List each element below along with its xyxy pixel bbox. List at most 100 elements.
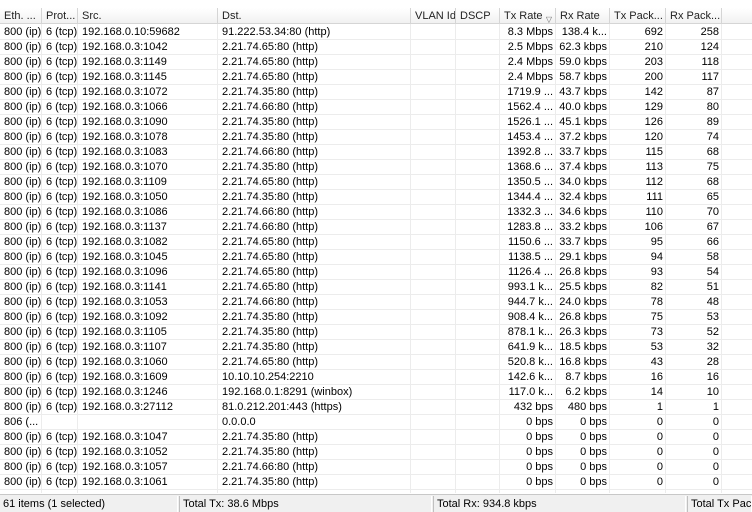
- cell-eth: 800 (ip): [4, 71, 42, 83]
- table-row[interactable]: 800 (ip) 6 (tcp) 192.168.0.3:1109 2.21.74.6…: [0, 175, 752, 190]
- column-dscp[interactable]: DSCP: [456, 8, 500, 24]
- table-row[interactable]: 800 (ip) 6 (tcp) 192.168.0.3:1246 192.168.0…: [0, 385, 752, 400]
- cell-tx-packets: 126: [644, 116, 663, 128]
- cell-src: 192.168.0.3:27112: [82, 401, 173, 413]
- table-row[interactable]: 800 (ip) 6 (tcp) 192.168.0.3:1141 2.21.74.6…: [0, 280, 752, 295]
- cell-eth: 800 (ip): [4, 296, 42, 308]
- cell-protocol: 6 (tcp): [46, 71, 78, 83]
- table-row[interactable]: 800 (ip) 6 (tcp) 192.168.0.3:1149 2.21.74.6…: [0, 55, 752, 70]
- table-row[interactable]: 800 (ip) 6 (tcp) 192.168.0.3:1092 2.21.74.3…: [0, 310, 752, 325]
- table-row[interactable]: 800 (ip) 6 (tcp) 192.168.0.3:1072 2.21.74.3…: [0, 85, 752, 100]
- table-row[interactable]: 800 (ip) 6 (tcp) 192.168.0.3:1066 2.21.74.6…: [0, 100, 752, 115]
- cell-tx-packets: 111: [646, 191, 663, 203]
- cell-rx-packets: 16: [706, 371, 719, 383]
- table-row[interactable]: 806 (... 0.0.0.0 0 bps 0 bps 0 0: [0, 415, 752, 430]
- status-total-tx-packets: Total Tx Pack: [687, 496, 752, 512]
- cell-protocol: 6 (tcp): [46, 56, 78, 68]
- table-row[interactable]: 800 (ip) 6 (tcp) 192.168.0.3:1057 2.21.74.6…: [0, 460, 752, 475]
- cell-protocol: 6 (tcp): [46, 431, 78, 443]
- cell-src: 192.168.0.3:1078: [82, 131, 168, 143]
- table-row[interactable]: 800 (ip) 6 (tcp) 192.168.0.3:1107 2.21.74.3…: [0, 340, 752, 355]
- table-row[interactable]: 800 (ip) 6 (tcp) 192.168.0.3:1083 2.21.74.6…: [0, 145, 752, 160]
- table-row[interactable]: 800 (ip) 6 (tcp) 192.168.0.3:1070 2.21.74.3…: [0, 160, 752, 175]
- cell-eth: 800 (ip): [4, 101, 42, 113]
- cell-rx-packets: 124: [700, 41, 719, 53]
- cell-tx-rate: 520.8 k...: [507, 356, 553, 368]
- cell-dst: 2.21.74.65:80 (http): [222, 41, 319, 53]
- table-row[interactable]: 800 (ip) 6 (tcp) 192.168.0.3:1096 2.21.74.6…: [0, 265, 752, 280]
- table-row[interactable]: 800 (ip) 6 (tcp) 192.168.0.3:1078 2.21.74.3…: [0, 130, 752, 145]
- column-rx-rate[interactable]: Rx Rate: [556, 8, 610, 24]
- cell-dst: 91.222.53.34:80 (http): [222, 26, 331, 38]
- table-row[interactable]: 800 (ip) 6 (tcp) 192.168.0.3:1061 2.21.74.3…: [0, 475, 752, 490]
- cell-tx-rate: 1350.5 ...: [507, 176, 553, 188]
- cell-rx-rate: 18.5 kbps: [559, 341, 607, 353]
- cell-src: 192.168.0.3:1246: [82, 386, 168, 398]
- table-row[interactable]: 800 (ip) 6 (tcp) 192.168.0.3:1082 2.21.74.6…: [0, 235, 752, 250]
- cell-tx-packets: 142: [644, 86, 663, 98]
- column-eth[interactable]: Eth. ...: [0, 8, 42, 24]
- table-row[interactable]: 800 (ip) 6 (tcp) 192.168.0.3:1105 2.21.74.3…: [0, 325, 752, 340]
- cell-tx-packets: 692: [644, 26, 663, 38]
- column-dst[interactable]: Dst.: [218, 8, 411, 24]
- cell-dst: 2.21.74.35:80 (http): [222, 431, 319, 443]
- cell-tx-rate: 944.7 k...: [507, 296, 553, 308]
- table-row[interactable]: 800 (ip) 6 (tcp) 192.168.0.3:1045 2.21.74.6…: [0, 250, 752, 265]
- torch-table: Eth. ... Prot... Src. Dst. VLAN Id DSCP …: [0, 0, 752, 493]
- cell-rx-packets: 10: [706, 386, 719, 398]
- cell-tx-packets: 73: [650, 326, 663, 338]
- column-tx-packets[interactable]: Tx Pack...: [610, 8, 666, 24]
- cell-src: 192.168.0.3:1149: [82, 56, 167, 68]
- table-row[interactable]: 800 (ip) 6 (tcp) 192.168.0.3:1090 2.21.74.3…: [0, 115, 752, 130]
- cell-rx-packets: 48: [706, 296, 719, 308]
- cell-tx-packets: 0: [656, 431, 663, 443]
- cell-tx-packets: 210: [644, 41, 663, 53]
- column-protocol[interactable]: Prot...: [42, 8, 78, 24]
- table-row[interactable]: 800 (ip) 6 (tcp) 192.168.0.3:1047 2.21.74.3…: [0, 430, 752, 445]
- cell-src: 192.168.0.3:1047: [82, 431, 168, 443]
- cell-eth: 800 (ip): [4, 161, 42, 173]
- cell-protocol: 6 (tcp): [46, 356, 78, 368]
- table-row[interactable]: 800 (ip) 6 (tcp) 192.168.0.3:1050 2.21.74.3…: [0, 190, 752, 205]
- cell-rx-rate: 34.6 kbps: [559, 206, 607, 218]
- cell-tx-rate: 641.9 k...: [507, 341, 553, 353]
- cell-tx-packets: 0: [656, 461, 663, 473]
- cell-src: 192.168.0.10:59682: [82, 26, 180, 38]
- table-row[interactable]: 800 (ip) 6 (tcp) 192.168.0.3:1052 2.21.74.3…: [0, 445, 752, 460]
- cell-eth: 800 (ip): [4, 191, 42, 203]
- table-row[interactable]: 800 (ip) 6 (tcp) 192.168.0.3:1060 2.21.74.6…: [0, 355, 752, 370]
- table-row[interactable]: 800 (ip) 6 (tcp) 192.168.0.3:1086 2.21.74.6…: [0, 205, 752, 220]
- cell-eth: 800 (ip): [4, 431, 42, 443]
- table-row[interactable]: 800 (ip) 6 (tcp) 192.168.0.3:1053 2.21.74.6…: [0, 295, 752, 310]
- cell-protocol: 6 (tcp): [46, 161, 78, 173]
- cell-rx-rate: 33.2 kbps: [559, 221, 607, 233]
- cell-tx-packets: 0: [656, 446, 663, 458]
- cell-protocol: 6 (tcp): [46, 206, 78, 218]
- cell-dst: 2.21.74.35:80 (http): [222, 341, 319, 353]
- table-row[interactable]: 800 (ip) 6 (tcp) 192.168.0.3:1137 2.21.74.6…: [0, 220, 752, 235]
- cell-rx-packets: 70: [706, 206, 719, 218]
- table-row[interactable]: 800 (ip) 6 (tcp) 192.168.0.3:1145 2.21.74.6…: [0, 70, 752, 85]
- cell-src: 192.168.0.3:1141: [82, 281, 167, 293]
- table-row[interactable]: 800 (ip) 6 (tcp) 192.168.0.10:59682 91.222.…: [0, 25, 752, 40]
- cell-protocol: [42, 415, 78, 430]
- cell-dst: 2.21.74.35:80 (http): [222, 131, 319, 143]
- cell-dst: 2.21.74.35:80 (http): [222, 161, 319, 173]
- column-rx-packets[interactable]: Rx Pack...: [666, 8, 722, 24]
- cell-eth: 800 (ip): [4, 476, 42, 488]
- column-vlan-id[interactable]: VLAN Id: [411, 8, 456, 24]
- cell-src: 192.168.0.3:1090: [82, 116, 168, 128]
- table-row[interactable]: 800 (ip) 6 (tcp) 192.168.0.3:27112 81.0.212…: [0, 400, 752, 415]
- cell-tx-packets: 0: [656, 476, 663, 488]
- table-row[interactable]: 800 (ip) 6 (tcp) 192.168.0.3:1609 10.10.10.…: [0, 370, 752, 385]
- column-src[interactable]: Src.: [78, 8, 218, 24]
- cell-protocol: 6 (tcp): [46, 296, 78, 308]
- cell-protocol: 6 (tcp): [46, 311, 78, 323]
- column-tx-rate[interactable]: Tx Rate ▽: [500, 8, 556, 24]
- cell-rx-rate: 24.0 kbps: [559, 296, 607, 308]
- cell-eth: 800 (ip): [4, 371, 42, 383]
- cell-rx-packets: 75: [706, 161, 719, 173]
- cell-rx-packets: 58: [706, 251, 719, 263]
- cell-tx-packets: 53: [650, 341, 663, 353]
- table-row[interactable]: 800 (ip) 6 (tcp) 192.168.0.3:1042 2.21.74.6…: [0, 40, 752, 55]
